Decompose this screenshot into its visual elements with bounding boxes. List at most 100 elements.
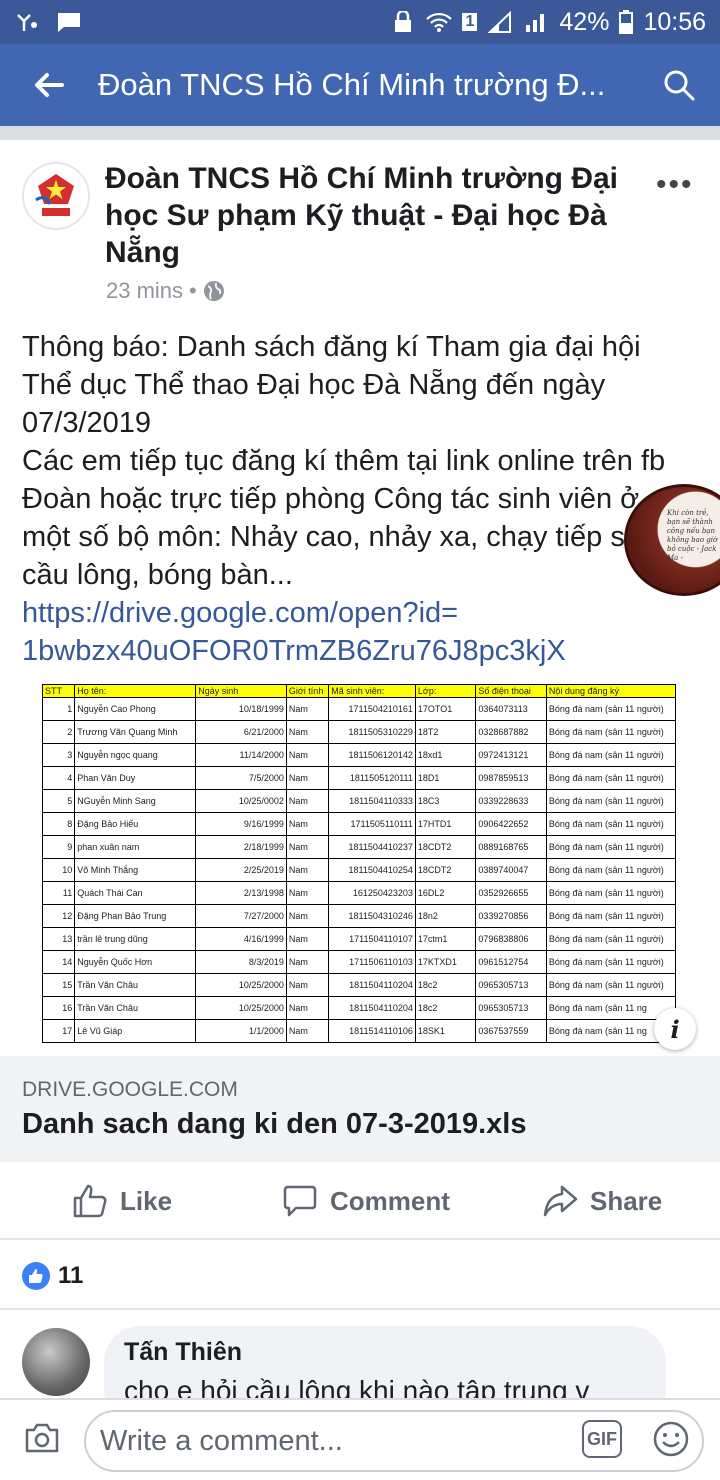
info-icon[interactable]: i — [654, 1008, 696, 1050]
sheet-row: 8 Đặng Bảo Hiếu 9/16/1999 Nam 1711505110111 1… — [41, 812, 677, 836]
sheet-cell: Nam — [285, 766, 330, 790]
sheet-cell: 10/25/2000 — [195, 973, 287, 997]
sheet-cell: 1811505120111 — [328, 766, 416, 790]
sheet-cell: 0339228633 — [475, 789, 547, 813]
sheet-cell: Bóng đá nam (sân 11 người) — [545, 743, 677, 767]
post-link[interactable]: https://drive.google.com/open?id= — [22, 594, 702, 632]
more-options-icon[interactable]: ••• — [656, 168, 694, 202]
sheet-cell: 18C3 — [414, 789, 477, 813]
sheet-cell: Bóng đá nam (sân 11 người) — [545, 904, 677, 928]
like-reaction-icon — [22, 1262, 50, 1290]
sheet-cell: 1711505110111 — [328, 812, 416, 836]
gif-button[interactable]: GIF — [582, 1420, 622, 1458]
globe-icon — [203, 281, 224, 301]
sheet-row: 17 Lê Vũ Giáp 1/1/2000 Nam 1811514110106 18SK… — [41, 1019, 677, 1043]
youth-union-logo — [26, 166, 86, 226]
sheet-cell: 17HTD1 — [414, 812, 477, 836]
sheet-cell: Phan Văn Duy — [74, 766, 197, 790]
post-author[interactable]: Đoàn TNCS Hồ Chí Minh trường Đại học Sư … — [105, 160, 645, 271]
sheet-cell: 17OTO1 — [414, 697, 477, 721]
share-label: Share — [590, 1185, 663, 1216]
sheet-cell: 5 — [41, 789, 76, 813]
sheet-cell: 1811505310229 — [328, 720, 416, 744]
sheet-cell: Nam — [285, 996, 330, 1020]
sheet-cell: 18c2 — [414, 973, 477, 997]
post-link-continued[interactable]: 1bwbzx40uOFOR0TrmZB6Zru76J8pc3kjX — [22, 632, 702, 670]
sheet-cell: Võ Minh Thắng — [74, 858, 197, 882]
page-avatar[interactable] — [22, 162, 90, 230]
sheet-cell: Quách Thái Can — [74, 881, 197, 905]
sheet-cell: phan xuân nam — [74, 835, 197, 859]
sheet-cell: Nam — [285, 950, 330, 974]
sheet-header-cell: Ngày sinh — [195, 684, 287, 698]
comment-bubble-icon — [283, 1185, 317, 1217]
link-filename: Danh sach dang ki den 07-3-2019.xls — [22, 1108, 527, 1140]
meta-separator: • — [189, 278, 197, 303]
sheet-cell: 1/1/2000 — [195, 1019, 287, 1043]
reactions-summary[interactable]: 11 — [22, 1262, 83, 1290]
sheet-cell: Bóng đá nam (sân 11 người) — [545, 950, 677, 974]
sheet-header-cell: Họ tên: — [74, 684, 197, 698]
sheet-row: 14 Nguyễn Quốc Hơn 8/3/2019 Nam 171150611010… — [41, 950, 677, 974]
sheet-cell: 11/14/2000 — [195, 743, 287, 767]
sheet-cell: 12 — [41, 904, 76, 928]
sheet-header-cell: Số điện thoại — [475, 684, 547, 698]
emoji-icon[interactable] — [652, 1420, 690, 1458]
sheet-cell: 8/3/2019 — [195, 950, 287, 974]
app-bar: Đoàn TNCS Hồ Chí Minh trường Đ... — [0, 44, 720, 126]
sheet-cell: 17ctm1 — [414, 927, 477, 951]
back-button[interactable] — [0, 44, 98, 126]
sheet-cell: Trần Văn Châu — [74, 973, 197, 997]
commenter-avatar[interactable] — [22, 1328, 90, 1396]
sheet-cell: 10/18/1999 — [195, 697, 287, 721]
like-button[interactable]: Like — [72, 1162, 172, 1240]
sheet-cell: 1811504410254 — [328, 858, 416, 882]
sim-indicator: 1 — [462, 13, 478, 31]
sheet-cell: 0965305713 — [475, 996, 547, 1020]
sheet-row: 16 Trần Văn Châu 10/25/2000 Nam 181150411020… — [41, 996, 677, 1020]
sheet-cell: Lê Vũ Giáp — [74, 1019, 197, 1043]
page-title: Đoàn TNCS Hồ Chí Minh trường Đ... — [98, 67, 606, 102]
sheet-cell: Nam — [285, 927, 330, 951]
sheet-cell: Nguyễn ngọc quang — [74, 743, 197, 767]
sheet-cell: Nam — [285, 858, 330, 882]
sheet-cell: 7/27/2000 — [195, 904, 287, 928]
sheet-cell: Đặng Phan Bảo Trung — [74, 904, 197, 928]
sheet-row: 9 phan xuân nam 2/18/1999 Nam 1811504410237 1… — [41, 835, 677, 859]
sheet-row: 2 Trương Văn Quang Minh 6/21/2000 Nam 181150… — [41, 720, 677, 744]
search-icon[interactable] — [662, 68, 696, 102]
sheet-cell: 0889168765 — [475, 835, 547, 859]
sheet-cell: Bóng đá nam (sân 11 người) — [545, 858, 677, 882]
sheet-cell: Bóng đá nam (sân 11 người) — [545, 697, 677, 721]
sheet-cell: Nguyễn Quốc Hơn — [74, 950, 197, 974]
post-time[interactable]: 23 mins — [106, 278, 183, 304]
sheet-cell: Nam — [285, 973, 330, 997]
like-label: Like — [120, 1185, 173, 1216]
thumbs-up-icon — [73, 1184, 107, 1218]
sheet-cell: Bóng đá nam (sân 11 người) — [545, 835, 677, 859]
share-button[interactable]: Share — [542, 1162, 662, 1240]
sheet-cell: 18CDT2 — [414, 858, 477, 882]
sheet-header-cell: Giới tính — [285, 684, 330, 698]
sheet-cell: 0328687882 — [475, 720, 547, 744]
sheet-cell: Nam — [285, 720, 330, 744]
post-actions: Like Comment Share — [0, 1162, 720, 1240]
wifi-icon — [426, 12, 453, 32]
sheet-cell: Bóng đá nam (sân 11 người) — [545, 812, 677, 836]
sheet-cell: 0367537559 — [475, 1019, 547, 1043]
sheet-cell: trần lê trung dũng — [74, 927, 197, 951]
comment-button[interactable]: Comment — [282, 1162, 450, 1240]
sheet-cell: 10 — [41, 858, 76, 882]
sheet-cell: 4 — [41, 766, 76, 790]
sheet-cell: 1711506110103 — [328, 950, 416, 974]
camera-icon[interactable] — [24, 1422, 60, 1454]
attachment-preview[interactable]: STT Họ tên: Ngày sinh Giới tính Mã sinh viên… — [0, 672, 720, 1056]
commenter-name[interactable]: Tấn Thiên — [124, 1338, 646, 1367]
sheet-cell: 18T2 — [414, 720, 477, 744]
sheet-cell: 1 — [41, 697, 76, 721]
link-caption[interactable]: DRIVE.GOOGLE.COM Danh sach dang ki den 0… — [0, 1056, 720, 1162]
sheet-cell: 9/16/1999 — [195, 812, 287, 836]
sheet-cell: 0389740047 — [475, 858, 547, 882]
sheet-cell: 16 — [41, 996, 76, 1020]
comments-divider — [0, 1308, 720, 1310]
